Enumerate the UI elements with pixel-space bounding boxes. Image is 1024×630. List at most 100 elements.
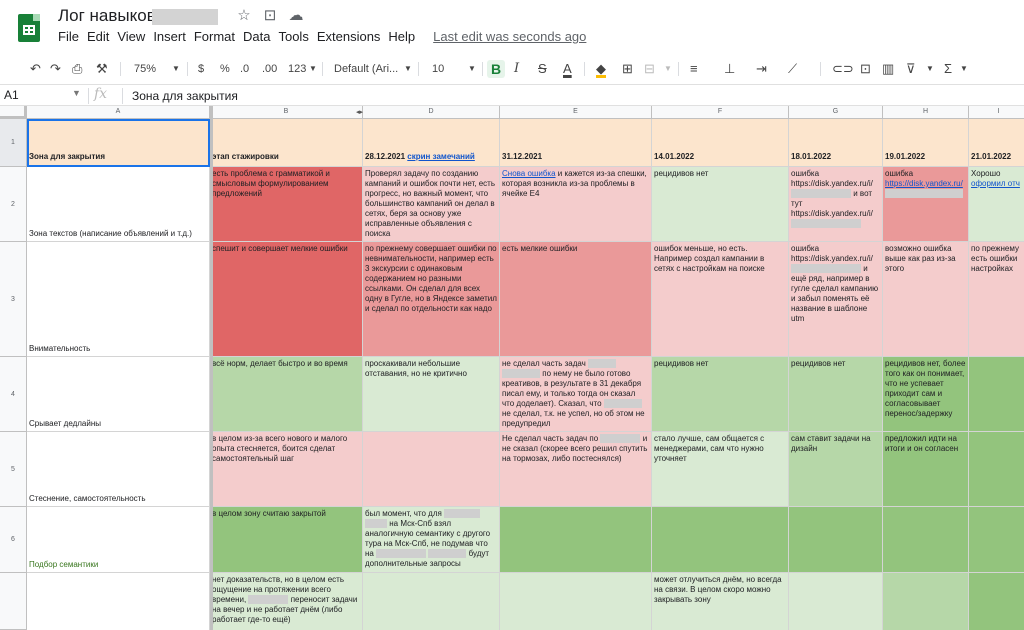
menu-help[interactable]: Help xyxy=(388,29,415,44)
row-header-4[interactable]: 4 xyxy=(0,357,27,432)
row-header-6[interactable]: 6 xyxy=(0,507,27,573)
undo-icon[interactable]: ↶ xyxy=(30,60,41,78)
cell-i4[interactable] xyxy=(969,357,1024,432)
vertical-align-icon[interactable]: ⊥ xyxy=(724,60,735,78)
menu-tools[interactable]: Tools xyxy=(278,29,308,44)
currency-button[interactable]: $ xyxy=(198,60,204,78)
cell-b6[interactable]: в целом зону считаю закрытой xyxy=(210,507,363,573)
filter-chevron-down-icon[interactable]: ▼ xyxy=(926,60,934,78)
error-link[interactable]: Снова ошибка xyxy=(502,169,556,178)
insert-link-icon[interactable]: ⊂⊃ xyxy=(832,60,854,78)
cell-d7[interactable] xyxy=(363,573,500,630)
cell-f7[interactable]: может отлучиться днём, но всегда на связ… xyxy=(652,573,789,630)
cell-b2[interactable]: есть проблема с грамматикой и смысловым … xyxy=(210,167,363,242)
zoom-chevron-down-icon[interactable]: ▼ xyxy=(172,60,180,78)
document-title[interactable]: Лог навыков xyxy=(58,6,156,26)
print-icon[interactable]: ⎙ xyxy=(72,60,82,78)
cell-b1[interactable]: этап стажировки xyxy=(210,119,363,167)
text-wrapping-icon[interactable]: ⇥ xyxy=(756,60,767,78)
cell-d6[interactable]: был момент, что для на Мск-Спб взял анал… xyxy=(363,507,500,573)
cell-h1[interactable]: 19.01.2022 xyxy=(883,119,969,167)
menu-insert[interactable]: Insert xyxy=(153,29,186,44)
row-header-3[interactable]: 3 xyxy=(0,242,27,357)
cell-i7[interactable] xyxy=(969,573,1024,630)
cell-a7[interactable] xyxy=(27,573,210,630)
cell-b3[interactable]: спешит и совершает мелкие ошибки xyxy=(210,242,363,357)
column-header-e[interactable]: E xyxy=(500,106,652,119)
borders-icon[interactable]: ⊞ xyxy=(622,60,633,78)
paint-format-icon[interactable]: ⚒ xyxy=(96,60,108,78)
functions-chevron-down-icon[interactable]: ▼ xyxy=(960,60,968,78)
cell-e3[interactable]: есть мелкие ошибки xyxy=(500,242,652,357)
merge-cells-icon[interactable]: ⊟ xyxy=(644,60,655,78)
font-size-chevron-down-icon[interactable]: ▼ xyxy=(468,60,476,78)
screenshot-link[interactable]: скрин замечаний xyxy=(407,152,475,161)
cell-i2[interactable]: Хорошо оформил отч xyxy=(969,167,1024,242)
cell-h5[interactable]: предложил идти на итоги и он согласен xyxy=(883,432,969,507)
decrease-decimal-button[interactable]: .0 xyxy=(240,60,249,78)
cell-a3[interactable]: Внимательность xyxy=(27,242,210,357)
cell-i3[interactable]: по прежнему есть ошибки настройках xyxy=(969,242,1024,357)
cell-f4[interactable]: рецидивов нет xyxy=(652,357,789,432)
cell-e5[interactable]: Не сделал часть задач по и не сказал (ск… xyxy=(500,432,652,507)
cell-e1[interactable]: 31.12.2021 xyxy=(500,119,652,167)
cell-e2[interactable]: Снова ошибка и кажется из-за спешки, кот… xyxy=(500,167,652,242)
cell-f3[interactable]: ошибок меньше, но есть. Например создал … xyxy=(652,242,789,357)
column-header-d[interactable]: D xyxy=(363,106,500,119)
cell-d5[interactable] xyxy=(363,432,500,507)
merge-chevron-down-icon[interactable]: ▼ xyxy=(664,60,672,78)
horizontal-align-icon[interactable]: ≡ xyxy=(690,60,698,78)
cell-d1[interactable]: 28.12.2021 скрин замечаний xyxy=(363,119,500,167)
cell-g5[interactable]: сам ставит задачи на дизайн xyxy=(789,432,883,507)
formats-chevron-down-icon[interactable]: ▼ xyxy=(309,60,317,78)
menu-data[interactable]: Data xyxy=(243,29,270,44)
fill-color-icon[interactable]: ◆ xyxy=(596,60,606,78)
redo-icon[interactable]: ↷ xyxy=(50,60,61,78)
star-icon[interactable]: ☆ xyxy=(236,6,252,24)
formula-input[interactable]: Зона для закрытия xyxy=(132,89,238,103)
bold-button[interactable]: B xyxy=(487,60,505,78)
name-box-chevron-down-icon[interactable]: ▼ xyxy=(72,88,81,98)
cell-g2[interactable]: ошибка https://disk.yandex.ru/i/ и вот т… xyxy=(789,167,883,242)
cell-a4[interactable]: Срывает дедлайны xyxy=(27,357,210,432)
cell-d2[interactable]: Проверял задачу по созданию кампаний и о… xyxy=(363,167,500,242)
cell-a1[interactable]: Зона для закрытия xyxy=(27,119,210,167)
cell-d3[interactable]: по прежнему совершает ошибки по невнимат… xyxy=(363,242,500,357)
zoom-select[interactable]: 75% xyxy=(134,60,156,78)
row-header-5[interactable]: 5 xyxy=(0,432,27,507)
cell-a5[interactable]: Стеснение, самостоятельность xyxy=(27,432,210,507)
column-header-h[interactable]: H xyxy=(883,106,969,119)
disk-link[interactable]: https://disk.yandex.ru/ xyxy=(885,179,963,188)
cell-e6[interactable] xyxy=(500,507,652,573)
cell-a6[interactable]: Подбор семантики xyxy=(27,507,210,573)
cell-e7[interactable] xyxy=(500,573,652,630)
insert-chart-icon[interactable]: ▥ xyxy=(882,60,894,78)
cell-i6[interactable] xyxy=(969,507,1024,573)
cell-i1[interactable]: 21.01.2022 xyxy=(969,119,1024,167)
menu-file[interactable]: File xyxy=(58,29,79,44)
menu-format[interactable]: Format xyxy=(194,29,235,44)
select-all-corner[interactable] xyxy=(0,106,27,119)
more-formats-button[interactable]: 123 xyxy=(288,60,306,78)
cell-f2[interactable]: рецидивов нет xyxy=(652,167,789,242)
cell-f6[interactable] xyxy=(652,507,789,573)
cell-g4[interactable]: рецидивов нет xyxy=(789,357,883,432)
cell-h7[interactable] xyxy=(883,573,969,630)
cell-g6[interactable] xyxy=(789,507,883,573)
column-header-i[interactable]: I xyxy=(969,106,1024,119)
cloud-status-icon[interactable]: ☁ xyxy=(288,6,304,24)
cell-h2[interactable]: ошибка https://disk.yandex.ru/ xyxy=(883,167,969,242)
font-size-select[interactable]: 10 xyxy=(432,60,444,78)
filter-icon[interactable]: ⊽ xyxy=(906,60,916,78)
menu-extensions[interactable]: Extensions xyxy=(317,29,381,44)
column-header-b[interactable]: B xyxy=(210,106,363,119)
cell-b7[interactable]: нет доказательств, но в целом есть ощуще… xyxy=(210,573,363,630)
strikethrough-button[interactable]: S xyxy=(538,60,547,78)
cell-h4[interactable]: рецидивов нет, более того как он понимае… xyxy=(883,357,969,432)
menu-edit[interactable]: Edit xyxy=(87,29,109,44)
font-chevron-down-icon[interactable]: ▼ xyxy=(404,60,412,78)
text-rotation-icon[interactable]: ⟋ xyxy=(788,60,797,78)
cell-f5[interactable]: стало лучше, сам общается с менеджерами,… xyxy=(652,432,789,507)
cell-h6[interactable] xyxy=(883,507,969,573)
row-header-7[interactable] xyxy=(0,573,27,630)
